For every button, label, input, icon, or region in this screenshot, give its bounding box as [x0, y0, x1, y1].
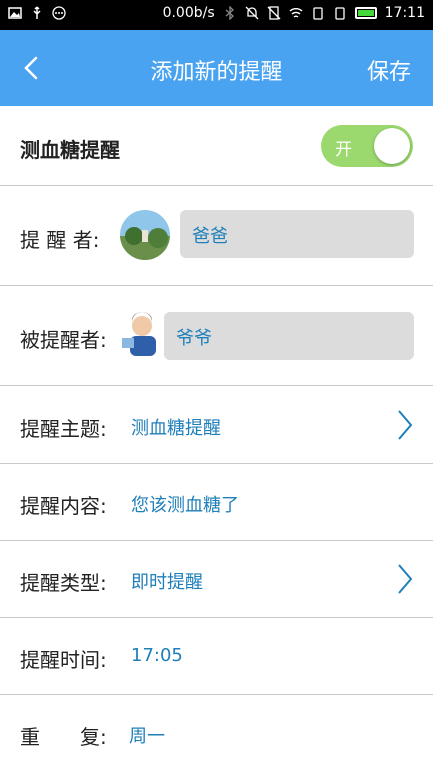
toggle-knob — [374, 128, 410, 164]
reminder-by-row: 提 醒 者: 爸爸 — [0, 186, 433, 286]
avatar-grandpa[interactable] — [116, 312, 160, 358]
avatar-dad[interactable] — [120, 210, 170, 260]
reminded-row: 被提醒者: 爷爷 — [0, 286, 433, 386]
mute-icon — [245, 6, 259, 20]
usb-icon — [33, 6, 41, 19]
reminder-toggle[interactable]: 开 — [321, 125, 413, 167]
repeat-value: 周一 — [129, 726, 165, 747]
signal-icon — [312, 7, 323, 20]
type-row[interactable]: 提醒类型: 即时提醒 — [0, 541, 433, 618]
topic-value: 测血糖提醒 — [131, 418, 221, 439]
reminded-name-text: 爷爷 — [176, 328, 212, 349]
topic-label: 提醒主题: — [20, 417, 107, 441]
repeat-row[interactable]: 重 复: 周一 — [0, 695, 433, 770]
reminder-by-name[interactable]: 爸爸 — [180, 210, 414, 258]
sim-icon — [334, 7, 345, 20]
reminded-label: 被提醒者: — [20, 328, 107, 352]
type-value: 即时提醒 — [131, 572, 203, 593]
time-value: 17:05 — [131, 645, 183, 666]
time-row[interactable]: 提醒时间: 17:05 — [0, 618, 433, 695]
image-icon — [8, 7, 22, 19]
network-speed: 0.00b/s — [162, 5, 215, 21]
reminder-name-label: 测血糖提醒 — [20, 138, 120, 162]
chevron-right-icon[interactable] — [395, 407, 415, 443]
repeat-label: 重 复: — [20, 725, 107, 749]
battery-icon — [354, 7, 377, 19]
wifi-icon — [289, 8, 303, 18]
reminder-toggle-row: 测血糖提醒 开 — [0, 106, 433, 186]
save-button[interactable]: 保存 — [367, 54, 411, 86]
content-label: 提醒内容: — [20, 494, 107, 518]
status-bar: 0.00b/s 17:11 — [0, 0, 433, 30]
no-sim-icon — [267, 6, 281, 20]
reminder-by-label: 提 醒 者: — [20, 228, 100, 252]
reminder-by-name-text: 爸爸 — [192, 226, 228, 247]
reminded-name[interactable]: 爷爷 — [164, 312, 414, 360]
header-bar: 添加新的提醒 保存 — [0, 30, 433, 106]
topic-row[interactable]: 提醒主题: 测血糖提醒 — [0, 386, 433, 464]
content-value: 您该测血糖了 — [131, 495, 239, 516]
time-label: 提醒时间: — [20, 648, 107, 672]
type-label: 提醒类型: — [20, 571, 107, 595]
toggle-label: 开 — [335, 140, 352, 160]
clock: 17:11 — [384, 5, 425, 21]
more-icon — [52, 6, 66, 20]
bluetooth-icon — [225, 6, 234, 20]
chevron-right-icon[interactable] — [395, 561, 415, 597]
content-row[interactable]: 提醒内容: 您该测血糖了 — [0, 464, 433, 541]
